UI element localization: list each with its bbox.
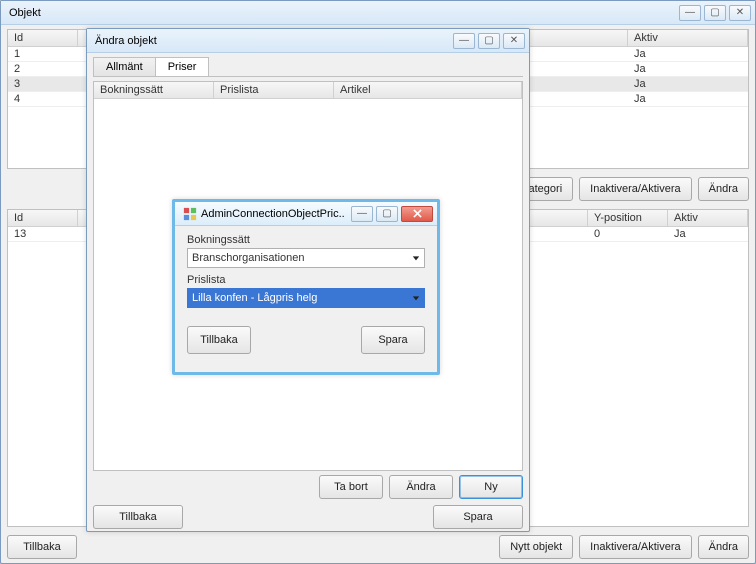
bokningssatt-combo[interactable] bbox=[187, 248, 425, 268]
main-maximize-button[interactable]: ▢ bbox=[704, 5, 726, 21]
main-title: Objekt bbox=[9, 7, 41, 19]
edit-price-button[interactable]: Ändra bbox=[389, 475, 453, 499]
admin-back-button[interactable]: Tillbaka bbox=[187, 326, 251, 354]
lower-grid-col-ypos[interactable]: Y-position bbox=[588, 210, 668, 226]
admin-dialog-content: Bokningssätt Prislista Tillbaka Spara bbox=[175, 226, 437, 372]
top-grid-col-aktiv[interactable]: Aktiv bbox=[628, 30, 748, 46]
admin-minimize-button[interactable]: — bbox=[351, 206, 373, 222]
edit-close-button[interactable]: ✕ bbox=[503, 33, 525, 49]
edit-dialog-title: Ändra objekt bbox=[95, 35, 157, 47]
edit-maximize-button[interactable]: ▢ bbox=[478, 33, 500, 49]
admin-maximize-button[interactable]: ▢ bbox=[376, 206, 398, 222]
app-icon bbox=[183, 207, 197, 221]
price-col-prislista[interactable]: Prislista bbox=[214, 82, 334, 98]
new-object-button[interactable]: Nytt objekt bbox=[499, 535, 573, 559]
tab-allmant[interactable]: Allmänt bbox=[93, 57, 156, 76]
top-grid-col-id[interactable]: Id bbox=[8, 30, 78, 46]
edit-minimize-button[interactable]: — bbox=[453, 33, 475, 49]
edit-button[interactable]: Ändra bbox=[698, 177, 749, 201]
admin-dialog-titlebar[interactable]: AdminConnectionObjectPric.. — ▢ bbox=[175, 202, 437, 226]
admin-close-button[interactable] bbox=[401, 206, 433, 222]
toggle-active-button[interactable]: Inaktivera/Aktivera bbox=[579, 177, 691, 201]
prislista-combo[interactable] bbox=[187, 288, 425, 308]
delete-price-button[interactable]: Ta bort bbox=[319, 475, 383, 499]
main-titlebar: Objekt — ▢ ✕ bbox=[1, 1, 755, 25]
main-back-button[interactable]: Tillbaka bbox=[7, 535, 77, 559]
admin-dialog: AdminConnectionObjectPric.. — ▢ Boknings… bbox=[172, 199, 440, 375]
price-col-artikel[interactable]: Artikel bbox=[334, 82, 522, 98]
lower-grid-col-aktiv[interactable]: Aktiv bbox=[668, 210, 748, 226]
bokningssatt-label: Bokningssätt bbox=[187, 234, 425, 246]
new-price-button[interactable]: Ny bbox=[459, 475, 523, 499]
main-bottom-bar: Tillbaka Nytt objekt Inaktivera/Aktivera… bbox=[7, 535, 749, 559]
price-col-bokningssatt[interactable]: Bokningssätt bbox=[94, 82, 214, 98]
tab-priser[interactable]: Priser bbox=[155, 57, 210, 76]
edit-save-button[interactable]: Spara bbox=[433, 505, 523, 529]
admin-save-button[interactable]: Spara bbox=[361, 326, 425, 354]
main-minimize-button[interactable]: — bbox=[679, 5, 701, 21]
toggle-active-button-2[interactable]: Inaktivera/Aktivera bbox=[579, 535, 691, 559]
lower-grid-col-id[interactable]: Id bbox=[8, 210, 78, 226]
edit-dialog-titlebar[interactable]: Ändra objekt — ▢ ✕ bbox=[87, 29, 529, 53]
bokningssatt-input[interactable] bbox=[187, 248, 425, 268]
prislista-label: Prislista bbox=[187, 274, 425, 286]
edit-back-button[interactable]: Tillbaka bbox=[93, 505, 183, 529]
tabstrip: Allmänt Priser bbox=[93, 57, 523, 77]
admin-dialog-title: AdminConnectionObjectPric.. bbox=[201, 208, 345, 220]
prislista-input[interactable] bbox=[187, 288, 425, 308]
main-close-button[interactable]: ✕ bbox=[729, 5, 751, 21]
edit-button-2[interactable]: Ändra bbox=[698, 535, 749, 559]
